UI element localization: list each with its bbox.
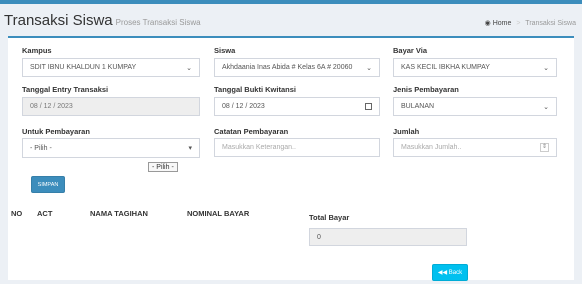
caret-down-icon: ▾ <box>188 145 192 152</box>
breadcrumb-separator: > <box>516 20 521 27</box>
jumlah-label: Jumlah <box>393 127 420 136</box>
total-bayar-field: 0 <box>309 228 467 246</box>
siswa-value: Akhdaania Inas Abida # Kelas 6A # 20060 <box>222 64 353 71</box>
breadcrumb-current: Transaksi Siswa <box>525 20 576 27</box>
tanggal-entry-field: 08 / 12 / 2023 <box>22 97 200 116</box>
column-header-act: ACT <box>37 209 53 218</box>
kampus-value: SDIT IBNU KHALDUN 1 KUMPAY <box>30 64 137 71</box>
back-button-label: Back <box>448 269 463 276</box>
kampus-label: Kampus <box>22 46 52 55</box>
siswa-label: Siswa <box>214 46 236 55</box>
chevron-down-icon: ⌄ <box>543 64 549 72</box>
dashboard-icon: ◉ <box>484 20 491 27</box>
bayar-via-select[interactable]: KAS KECIL IBKHA KUMPAY ⌄ <box>393 58 557 77</box>
tanggal-bukti-label: Tanggal Bukti Kwitansi <box>214 85 296 94</box>
page-title-text: Transaksi Siswa <box>4 12 113 29</box>
column-header-nama-tagihan: NAMA TAGIHAN <box>90 209 148 218</box>
pilih-dropdown-tag[interactable]: - Pilih - <box>148 162 178 172</box>
bayar-via-label: Bayar Via <box>393 46 428 55</box>
back-arrow-icon: ◀◀ <box>437 270 449 276</box>
jumlah-placeholder: Masukkan Jumlah.. <box>401 144 462 151</box>
kampus-select[interactable]: SDIT IBNU KHALDUN 1 KUMPAY ⌄ <box>22 58 200 77</box>
total-bayar-label: Total Bayar <box>309 213 350 222</box>
jumlah-input[interactable]: Masukkan Jumlah.. ⇕ <box>393 138 557 157</box>
catatan-input[interactable]: Masukkan Keterangan.. <box>214 138 380 157</box>
column-header-nominal-bayar: NOMINAL BAYAR <box>187 209 250 218</box>
tanggal-bukti-input[interactable]: 08 / 12 / 2023 <box>214 97 380 116</box>
chevron-down-icon: ⌄ <box>366 64 372 72</box>
calendar-icon[interactable] <box>365 103 372 110</box>
breadcrumb: ◉ Home > Transaksi Siswa <box>485 19 576 27</box>
tanggal-entry-label: Tanggal Entry Transaksi <box>22 85 109 94</box>
number-spinner-icon[interactable]: ⇕ <box>539 143 549 152</box>
catatan-placeholder: Masukkan Keterangan.. <box>222 144 296 151</box>
siswa-select[interactable]: Akhdaania Inas Abida # Kelas 6A # 20060 ⌄ <box>214 58 380 77</box>
total-bayar-value: 0 <box>317 233 321 241</box>
column-header-no: NO <box>11 209 23 218</box>
back-button[interactable]: ◀◀ Back <box>432 264 468 281</box>
simpan-button[interactable]: SIMPAN <box>31 176 65 193</box>
chevron-down-icon: ⌄ <box>186 64 192 72</box>
page-subtitle: Proses Transaksi Siswa <box>115 18 201 27</box>
untuk-pembayaran-value: - Pilih - <box>30 144 52 152</box>
jenis-pembayaran-value: BULANAN <box>401 103 435 110</box>
untuk-pembayaran-label: Untuk Pembayaran <box>22 127 90 136</box>
jenis-pembayaran-select[interactable]: BULANAN ⌄ <box>393 97 557 116</box>
jenis-pembayaran-label: Jenis Pembayaran <box>393 85 459 94</box>
breadcrumb-home[interactable]: Home <box>493 20 512 27</box>
tanggal-entry-value: 08 / 12 / 2023 <box>30 103 73 110</box>
untuk-pembayaran-select[interactable]: - Pilih - ▾ <box>22 138 200 158</box>
page-title: Transaksi Siswa Proses Transaksi Siswa <box>4 12 201 29</box>
content-header: Transaksi Siswa Proses Transaksi Siswa ◉ … <box>0 4 582 34</box>
transaction-form-box: Kampus SDIT IBNU KHALDUN 1 KUMPAY ⌄ Siswa… <box>8 36 574 281</box>
bayar-via-value: KAS KECIL IBKHA KUMPAY <box>401 64 490 71</box>
catatan-label: Catatan Pembayaran <box>214 127 289 136</box>
chevron-down-icon: ⌄ <box>543 103 549 111</box>
tanggal-bukti-value: 08 / 12 / 2023 <box>222 103 265 110</box>
